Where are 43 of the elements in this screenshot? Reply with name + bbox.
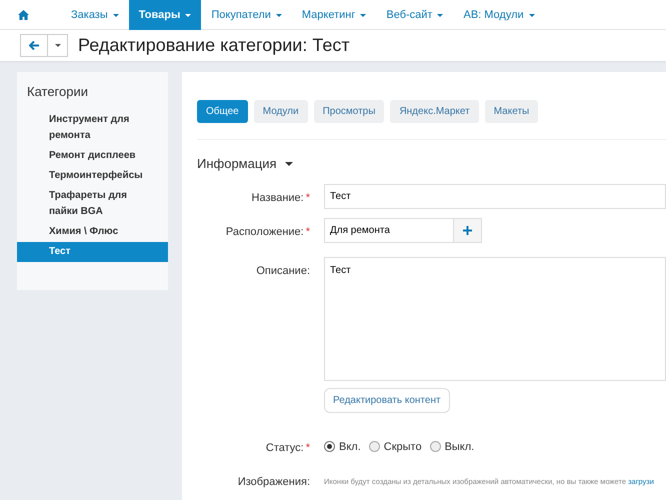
radio-option[interactable]: Скрыто (368, 438, 422, 455)
field-label: Изображения: (236, 475, 311, 490)
section-title: Информация (197, 155, 277, 173)
tab[interactable]: Просмотры (314, 100, 384, 123)
nav-menu-item[interactable]: Маркетинг (292, 0, 376, 30)
caret-icon (54, 44, 60, 47)
tab[interactable]: Яндекс.Маркет (390, 100, 479, 123)
sidebar-title: Категории (26, 83, 89, 101)
edit-content-button[interactable]: Редактировать контент (324, 388, 450, 412)
nav-menu-item[interactable]: Веб-сайт (376, 0, 454, 30)
nav-menu-item[interactable]: Заказы (61, 0, 129, 30)
category-item[interactable]: Химия \ Флюс (17, 222, 168, 242)
page-title: Редактирование категории: Тест (78, 34, 350, 57)
text-field[interactable]: Для ремонта (324, 218, 454, 242)
caret-icon[interactable] (284, 162, 293, 166)
tab[interactable]: Общее (197, 100, 248, 123)
tab[interactable]: Макеты (484, 100, 538, 123)
plus-icon (463, 226, 472, 234)
category-item[interactable]: Ремонт дисплеев (17, 146, 168, 166)
required-mark: * (306, 226, 310, 238)
nav-menu-item[interactable]: АВ: Модули (453, 0, 545, 30)
category-item[interactable]: Трафареты для пайки BGA (17, 186, 168, 222)
field-label: Описание: (255, 264, 311, 278)
field-label: Статус: * (264, 440, 311, 456)
radio-option[interactable]: Вкл. (324, 438, 361, 455)
description-field[interactable]: Тест (324, 256, 666, 380)
radio-option[interactable]: Выкл. (430, 438, 474, 455)
tab[interactable]: Модули (254, 100, 308, 123)
home-icon (18, 10, 29, 20)
field-label: Расположение: * (224, 224, 311, 240)
field-label: Название: * (250, 190, 311, 206)
arrow-left-icon (29, 41, 39, 50)
required-mark: * (306, 442, 310, 454)
required-mark: * (306, 192, 310, 204)
category-item[interactable]: Термоинтерфейсы (17, 166, 168, 186)
back-button[interactable] (20, 34, 48, 57)
nav-menu-item[interactable]: Покупатели (201, 0, 292, 30)
dropdown-button[interactable] (48, 34, 68, 57)
nav-menu-item[interactable]: Товары (128, 0, 202, 30)
category-item[interactable]: Инструмент для ремонта (17, 110, 168, 146)
category-item[interactable]: Тест (17, 242, 168, 262)
text-field[interactable]: Тест (324, 184, 666, 208)
add-button[interactable] (454, 218, 482, 242)
